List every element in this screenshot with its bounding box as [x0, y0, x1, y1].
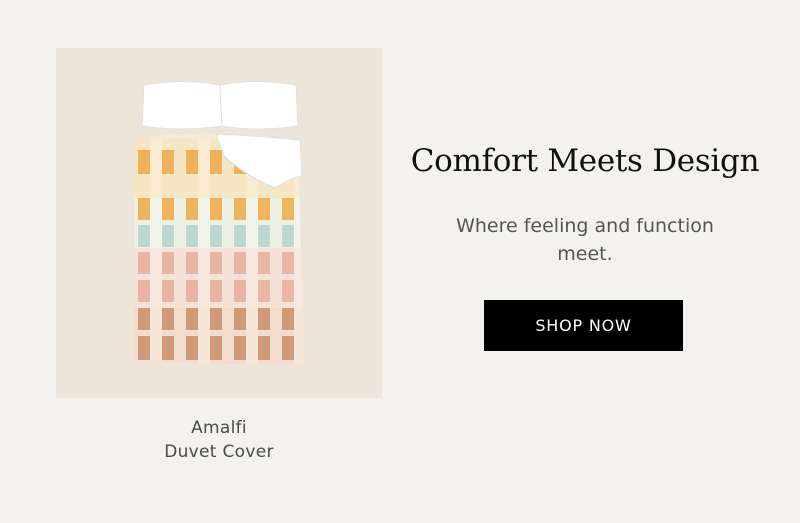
shop-now-button[interactable]: SHOP NOW [484, 300, 683, 351]
duvet-image [134, 81, 304, 364]
product-card[interactable] [56, 48, 382, 398]
promo-headline: Comfort Meets Design [410, 143, 760, 179]
product-name-line2[interactable]: Duvet Cover [56, 442, 382, 462]
product-name-line1[interactable]: Amalfi [56, 418, 382, 438]
pillows [141, 81, 299, 130]
promo-subtext: Where feeling and function meet. [456, 215, 714, 265]
